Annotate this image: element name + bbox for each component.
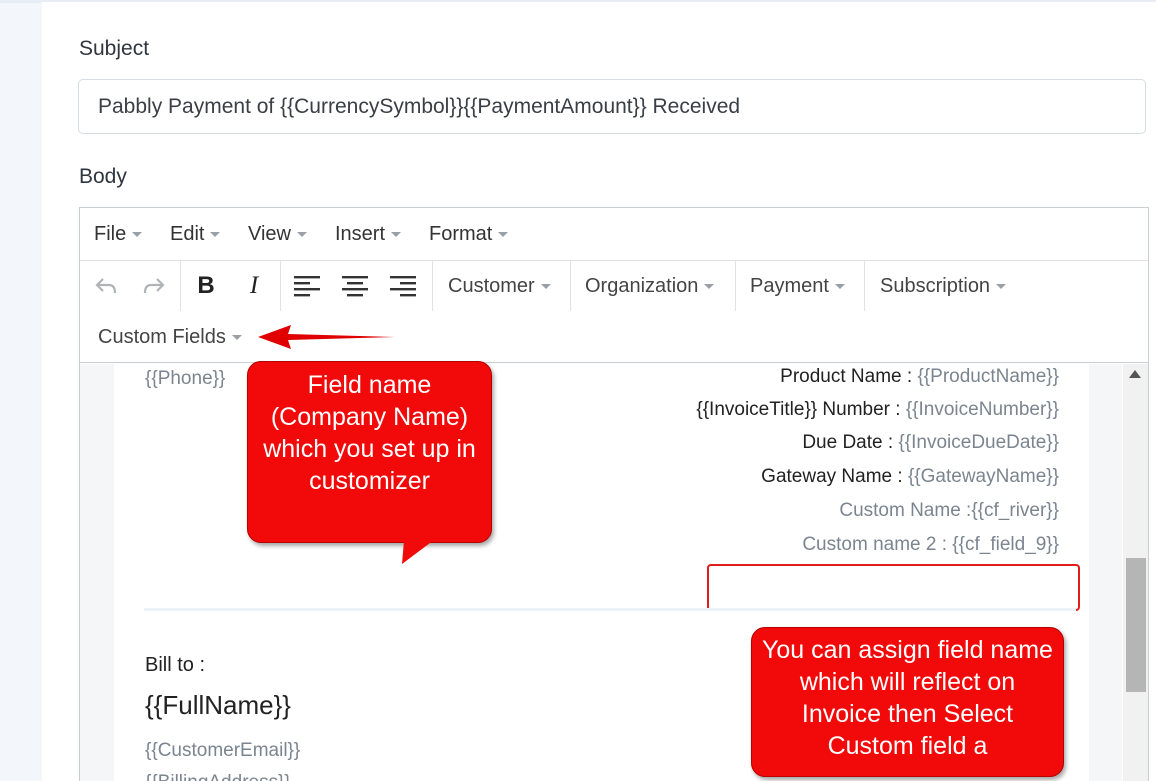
detail-row-custom-name: Custom Name :{{cf_river}} [839, 500, 1059, 522]
custom-fields-dropdown-label: Custom Fields [98, 326, 226, 348]
menu-format-label: Format [429, 223, 493, 245]
detail-value: {{cf_field_9}} [952, 534, 1059, 555]
billing-address-placeholder: {{BillingAddress}} [145, 772, 291, 781]
detail-row-custom-name-2: Custom name 2 : {{cf_field_9}} [802, 534, 1059, 556]
bold-button[interactable]: B [190, 261, 222, 311]
detail-value: {{ProductName}} [917, 366, 1059, 387]
chevron-down-icon [132, 232, 143, 238]
detail-value: {{cf_river}} [971, 500, 1059, 521]
undo-icon[interactable] [88, 261, 124, 311]
detail-label: Product Name : [780, 366, 918, 387]
italic-button[interactable]: I [238, 261, 270, 311]
chevron-down-icon [996, 284, 1007, 290]
organization-dropdown-label: Organization [585, 275, 699, 297]
payment-dropdown-label: Payment [750, 275, 829, 297]
callout-assign-field-text: You can assign field name which will ref… [762, 636, 1053, 760]
section-divider [144, 608, 1076, 611]
scrollbar-thumb[interactable] [1126, 558, 1146, 692]
align-left-icon[interactable] [290, 261, 324, 311]
subscription-dropdown-label: Subscription [880, 275, 991, 297]
detail-row-gateway-name: Gateway Name : {{GatewayName}} [761, 466, 1059, 488]
toolbar-separator [570, 261, 571, 311]
menu-insert[interactable]: Insert [335, 208, 402, 261]
detail-label: Due Date : [802, 432, 899, 453]
menu-file-label: File [94, 223, 127, 245]
editor-menubar: File Edit View Insert Format [80, 208, 1148, 261]
full-name-placeholder: {{FullName}} [145, 690, 291, 720]
body-label: Body [79, 165, 127, 188]
customer-dropdown[interactable]: Customer [448, 261, 551, 311]
callout-tail-icon [402, 540, 434, 564]
menu-edit-label: Edit [170, 223, 205, 245]
editor-toolbar: B I Customer Organization Payment Subscr… [80, 261, 1148, 363]
customer-dropdown-label: Customer [448, 275, 535, 297]
detail-value: {{InvoiceDueDate}} [898, 432, 1059, 453]
scroll-up-icon[interactable] [1129, 370, 1141, 378]
detail-row-due-date: Due Date : {{InvoiceDueDate}} [802, 432, 1059, 454]
annotation-arrow-icon [258, 325, 395, 349]
customer-email-placeholder: {{CustomerEmail}} [145, 740, 301, 761]
toolbar-separator [432, 261, 433, 311]
detail-label: Custom Name : [839, 500, 972, 521]
chevron-down-icon [231, 335, 242, 341]
menu-insert-label: Insert [335, 223, 386, 245]
phone-placeholder: {{Phone}} [145, 368, 226, 389]
menu-view[interactable]: View [248, 208, 307, 261]
custom-fields-dropdown[interactable]: Custom Fields [98, 312, 242, 362]
chevron-down-icon [210, 232, 221, 238]
chevron-down-icon [297, 232, 307, 238]
detail-row-product-name: Product Name : {{ProductName}} [780, 366, 1059, 388]
menu-file[interactable]: File [94, 208, 143, 261]
highlight-box [707, 564, 1080, 611]
subject-label: Subject [79, 37, 150, 60]
callout-assign-field: You can assign field name which will ref… [751, 627, 1064, 777]
detail-value: {{GatewayName}} [907, 466, 1059, 487]
redo-icon[interactable] [136, 261, 172, 311]
chevron-down-icon [498, 232, 509, 238]
detail-label: Gateway Name : [761, 466, 908, 487]
menu-view-label: View [248, 223, 291, 245]
toolbar-separator [280, 261, 281, 311]
chevron-down-icon [391, 232, 402, 238]
align-right-icon[interactable] [386, 261, 420, 311]
detail-label: {{InvoiceTitle}} Number : [696, 399, 906, 420]
chevron-down-icon [540, 284, 551, 290]
detail-value: {{InvoiceNumber}} [905, 399, 1059, 420]
menu-format[interactable]: Format [429, 208, 509, 261]
subject-input[interactable]: Pabbly Payment of {{CurrencySymbol}}{{Pa… [78, 79, 1146, 134]
chevron-down-icon [704, 284, 715, 290]
payment-dropdown[interactable]: Payment [750, 261, 845, 311]
subscription-dropdown[interactable]: Subscription [880, 261, 1007, 311]
toolbar-separator [735, 261, 736, 311]
organization-dropdown[interactable]: Organization [585, 261, 715, 311]
chevron-down-icon [834, 284, 845, 290]
detail-row-invoice-number: {{InvoiceTitle}} Number : {{InvoiceNumbe… [696, 399, 1059, 421]
detail-label: Custom name 2 : [802, 534, 953, 555]
callout-field-name-text: Field name (Company Name) which you set … [263, 371, 476, 495]
menu-edit[interactable]: Edit [170, 208, 221, 261]
align-center-icon[interactable] [338, 261, 372, 311]
bill-to-label: Bill to : [145, 654, 206, 676]
callout-field-name: Field name (Company Name) which you set … [247, 361, 492, 543]
toolbar-separator [180, 261, 181, 311]
toolbar-separator [864, 261, 865, 311]
